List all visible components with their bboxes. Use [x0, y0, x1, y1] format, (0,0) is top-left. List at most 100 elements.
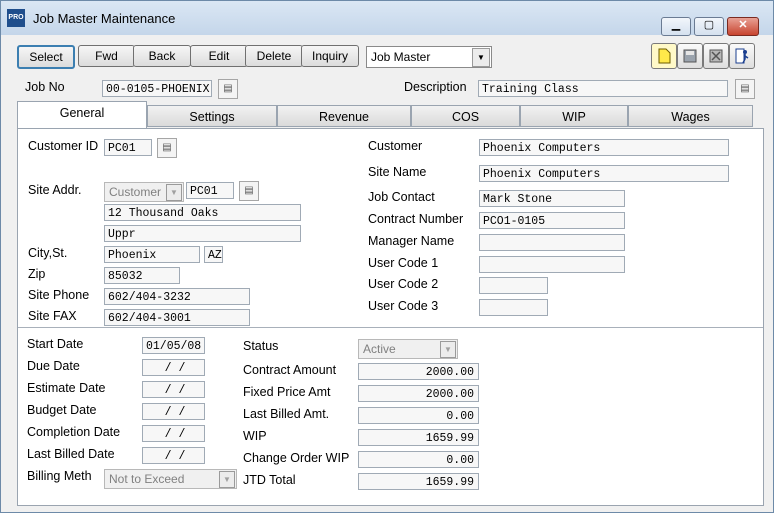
- manager-name-field[interactable]: [479, 234, 625, 251]
- tab-wages[interactable]: Wages: [628, 105, 753, 127]
- general-panel: Customer ID PC01 ▤ Site Addr. Customer ▼…: [17, 128, 764, 506]
- minimize-button[interactable]: ▁: [661, 17, 691, 36]
- job-contact-field[interactable]: Mark Stone: [479, 190, 625, 207]
- completion-date-label: Completion Date: [27, 425, 121, 439]
- chevron-down-icon: ▼: [166, 184, 182, 201]
- description-lookup-icon[interactable]: ▤: [735, 79, 755, 99]
- customer-field[interactable]: Phoenix Computers: [479, 139, 729, 156]
- form-client-area: Select Fwd Back Edit Delete Inquiry Job …: [9, 37, 766, 506]
- customer-lookup-icon[interactable]: ▤: [157, 138, 177, 158]
- site-addr-type-select[interactable]: Customer ▼: [104, 182, 184, 202]
- app-icon: PRO: [7, 9, 25, 27]
- site-name-field[interactable]: Phoenix Computers: [479, 165, 729, 182]
- status-select[interactable]: Active ▼: [358, 339, 458, 359]
- due-date-label: Due Date: [27, 359, 80, 373]
- job-contact-label: Job Contact: [368, 190, 435, 204]
- fwd-button[interactable]: Fwd: [78, 45, 135, 67]
- state-field[interactable]: AZ: [204, 246, 223, 263]
- user-code1-field[interactable]: [479, 256, 625, 273]
- title-bar: PRO Job Master Maintenance ▁ ▢ ✕: [1, 1, 773, 36]
- jtd-total-label: JTD Total: [243, 473, 296, 487]
- job-no-label: Job No: [25, 80, 65, 94]
- billing-meth-select[interactable]: Not to Exceed ▼: [104, 469, 237, 489]
- fixed-price-label: Fixed Price Amt: [243, 385, 331, 399]
- tab-general[interactable]: General: [17, 101, 147, 129]
- jtd-total-field[interactable]: 1659.99: [358, 473, 479, 490]
- fixed-price-field[interactable]: 2000.00: [358, 385, 479, 402]
- section-divider: [18, 327, 763, 328]
- site-phone-field[interactable]: 602/404-3232: [104, 288, 250, 305]
- user-code2-field[interactable]: [479, 277, 548, 294]
- contract-number-label: Contract Number: [368, 212, 464, 226]
- tab-cos[interactable]: COS: [411, 105, 520, 127]
- back-button[interactable]: Back: [133, 45, 191, 67]
- contract-amount-label: Contract Amount: [243, 363, 337, 377]
- user-code3-field[interactable]: [479, 299, 548, 316]
- manager-name-label: Manager Name: [368, 234, 455, 248]
- select-button[interactable]: Select: [17, 45, 75, 69]
- contract-amount-field[interactable]: 2000.00: [358, 363, 479, 380]
- addr1-field[interactable]: 12 Thousand Oaks: [104, 204, 301, 221]
- status-value: Active: [363, 342, 396, 356]
- last-billed-amt-label: Last Billed Amt.: [243, 407, 330, 421]
- user-code3-label: User Code 3: [368, 299, 439, 313]
- tab-settings[interactable]: Settings: [147, 105, 277, 127]
- new-doc-icon[interactable]: [651, 43, 677, 69]
- zip-field[interactable]: 85032: [104, 267, 180, 284]
- contract-number-field[interactable]: PCO1-0105: [479, 212, 625, 229]
- budget-date-label: Budget Date: [27, 403, 97, 417]
- maximize-button[interactable]: ▢: [694, 17, 724, 36]
- delete-button[interactable]: Delete: [245, 45, 303, 67]
- site-phone-label: Site Phone: [28, 288, 90, 302]
- last-billed-amt-field[interactable]: 0.00: [358, 407, 479, 424]
- description-field[interactable]: Training Class: [478, 80, 728, 97]
- site-name-label: Site Name: [368, 165, 427, 179]
- city-field[interactable]: Phoenix: [104, 246, 200, 263]
- mode-select-value: Job Master: [371, 50, 431, 64]
- customer-id-field[interactable]: PC01: [104, 139, 152, 156]
- chevron-down-icon: ▼: [472, 48, 490, 67]
- estimate-date-field[interactable]: / /: [142, 381, 205, 398]
- billing-meth-label: Billing Meth: [27, 469, 92, 483]
- delete-doc-icon[interactable]: [703, 43, 729, 69]
- billing-meth-value: Not to Exceed: [109, 472, 185, 486]
- close-button[interactable]: ✕: [727, 17, 759, 36]
- edit-button[interactable]: Edit: [190, 45, 248, 67]
- wip-field[interactable]: 1659.99: [358, 429, 479, 446]
- wip-label: WIP: [243, 429, 267, 443]
- last-billed-date-label: Last Billed Date: [27, 447, 115, 461]
- due-date-field[interactable]: / /: [142, 359, 205, 376]
- status-label: Status: [243, 339, 279, 353]
- job-lookup-icon[interactable]: ▤: [218, 79, 238, 99]
- save-icon[interactable]: [677, 43, 703, 69]
- completion-date-field[interactable]: / /: [142, 425, 205, 442]
- last-billed-date-field[interactable]: / /: [142, 447, 205, 464]
- site-addr-lookup-icon[interactable]: ▤: [239, 181, 259, 201]
- site-addr-code-field[interactable]: PC01: [186, 182, 234, 199]
- addr2-field[interactable]: Uppr: [104, 225, 301, 242]
- budget-date-field[interactable]: / /: [142, 403, 205, 420]
- change-order-field[interactable]: 0.00: [358, 451, 479, 468]
- job-master-window: PRO Job Master Maintenance ▁ ▢ ✕ Select …: [0, 0, 774, 513]
- site-fax-label: Site FAX: [28, 309, 77, 323]
- chevron-down-icon: ▼: [219, 471, 235, 488]
- estimate-date-label: Estimate Date: [27, 381, 106, 395]
- chevron-down-icon: ▼: [440, 341, 456, 358]
- user-code1-label: User Code 1: [368, 256, 439, 270]
- tab-revenue[interactable]: Revenue: [277, 105, 411, 127]
- customer-label: Customer: [368, 139, 423, 153]
- close-icon: ✕: [738, 19, 748, 31]
- inquiry-button[interactable]: Inquiry: [301, 45, 359, 67]
- tab-wip[interactable]: WIP: [520, 105, 628, 127]
- window-title: Job Master Maintenance: [33, 11, 176, 26]
- start-date-field[interactable]: 01/05/08: [142, 337, 205, 354]
- zip-label: Zip: [28, 267, 46, 281]
- minimize-icon: ▁: [671, 19, 681, 31]
- city-label: City,St.: [28, 246, 68, 260]
- site-fax-field[interactable]: 602/404-3001: [104, 309, 250, 326]
- customer-id-label: Customer ID: [28, 139, 99, 153]
- description-label: Description: [404, 80, 467, 94]
- mode-select[interactable]: Job Master ▼: [366, 46, 492, 68]
- exit-icon[interactable]: [729, 43, 755, 69]
- job-no-field[interactable]: 00-0105-PHOENIX: [102, 80, 212, 97]
